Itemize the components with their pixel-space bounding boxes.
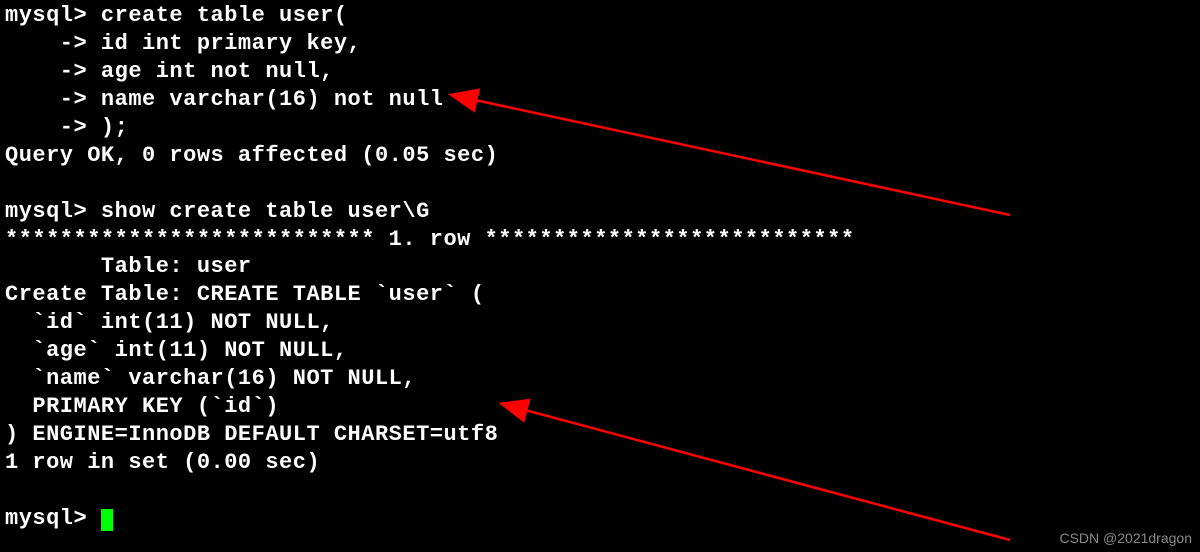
terminal-line: `age` int(11) NOT NULL, — [5, 338, 348, 363]
terminal-line: -> ); — [5, 115, 128, 140]
terminal-line: Create Table: CREATE TABLE `user` ( — [5, 282, 485, 307]
terminal-line: mysql> create table user( — [5, 3, 348, 28]
terminal-prompt[interactable]: mysql> — [5, 506, 101, 531]
terminal-line: -> id int primary key, — [5, 31, 361, 56]
terminal-line: -> age int not null, — [5, 59, 334, 84]
terminal-line: *************************** 1. row *****… — [5, 227, 855, 252]
terminal-line: PRIMARY KEY (`id`) — [5, 394, 279, 419]
terminal-line: ) ENGINE=InnoDB DEFAULT CHARSET=utf8 — [5, 422, 498, 447]
terminal-line: -> name varchar(16) not null — [5, 87, 443, 112]
terminal-line: `name` varchar(16) NOT NULL, — [5, 366, 416, 391]
cursor-block — [101, 509, 113, 531]
terminal-line: 1 row in set (0.00 sec) — [5, 450, 320, 475]
terminal-line: Table: user — [5, 254, 252, 279]
terminal-line: mysql> show create table user\G — [5, 199, 430, 224]
terminal-output: mysql> create table user( -> id int prim… — [5, 2, 1195, 533]
terminal-line: Query OK, 0 rows affected (0.05 sec) — [5, 143, 498, 168]
terminal-line: `id` int(11) NOT NULL, — [5, 310, 334, 335]
watermark-text: CSDN @2021dragon — [1059, 530, 1192, 548]
